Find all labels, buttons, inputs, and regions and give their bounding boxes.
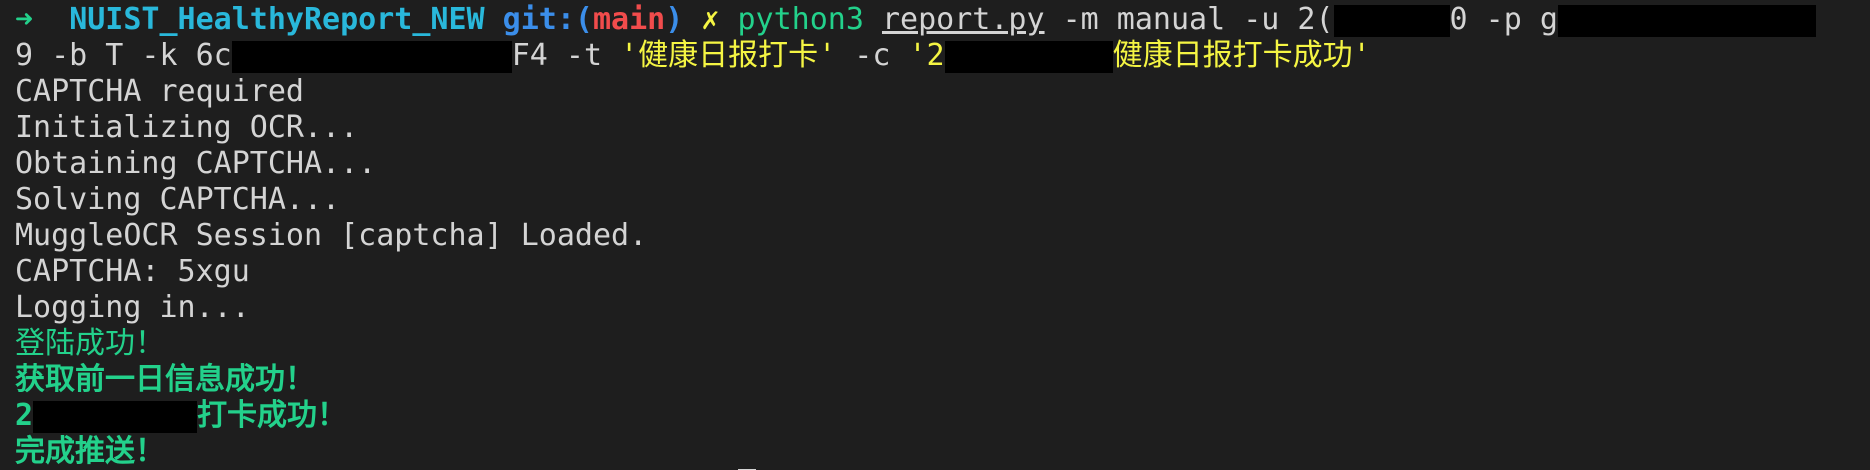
command-args-5: -c [836, 38, 909, 73]
prompt-git-prefix: git:( [502, 2, 593, 37]
report-prefix: 2 [15, 398, 34, 433]
output-line: Logging in... [15, 290, 250, 325]
redaction-block [231, 40, 512, 73]
prompt-dirty-icon: ✗ [701, 2, 720, 37]
command-args-1: -m manual -u 2( [1044, 2, 1334, 37]
command-title-arg: '健康日报打卡' [620, 38, 837, 73]
prompt-directory: NUIST_HealthyReport_NEW [69, 2, 485, 37]
output-line: Initializing OCR... [15, 110, 359, 145]
push-done-line: 完成推送！ [15, 434, 165, 469]
output-line: Solving CAPTCHA... [15, 182, 341, 217]
output-line: CAPTCHA: 5xgu [15, 254, 250, 289]
command-content-arg-end: 健康日报打卡成功' [1112, 38, 1371, 73]
prompt-git-suffix: ) [665, 2, 684, 37]
redaction-block [944, 40, 1113, 73]
redaction-block [33, 400, 198, 433]
output-line: Obtaining CAPTCHA... [15, 146, 377, 181]
command-args-3: 9 -b T -k 6c [15, 38, 232, 73]
prompt-command-line: ➜ NUIST_HealthyReport_NEW git:(main) ✗ p… [15, 2, 1870, 38]
report-success-line: 2 打卡成功！ [15, 398, 1870, 434]
redaction-block [1333, 4, 1450, 37]
fetch-success-line: 获取前一日信息成功！ [15, 362, 315, 397]
output-line: CAPTCHA required [15, 74, 304, 109]
command-content-arg-start: '2 [908, 38, 945, 73]
command-script: report.py [881, 2, 1045, 37]
terminal-window[interactable]: ➜ NUIST_HealthyReport_NEW git:(main) ✗ p… [0, 2, 1870, 470]
command-continuation-line: 9 -b T -k 6c F4 -t '健康日报打卡' -c '2 健康日报打卡成功… [15, 38, 1870, 74]
prompt-arrow-icon: ➜ [15, 2, 34, 37]
command-args-4: F4 -t [511, 38, 621, 73]
report-success-text: 打卡成功！ [197, 398, 348, 433]
prompt-branch: main [592, 2, 666, 37]
command-args-2: 0 -p g [1449, 2, 1558, 37]
command-program: python3 [737, 2, 864, 37]
login-success-line: 登陆成功！ [15, 326, 165, 361]
output-line: MuggleOCR Session [captcha] Loaded. [15, 218, 648, 253]
redaction-block [1557, 4, 1816, 37]
